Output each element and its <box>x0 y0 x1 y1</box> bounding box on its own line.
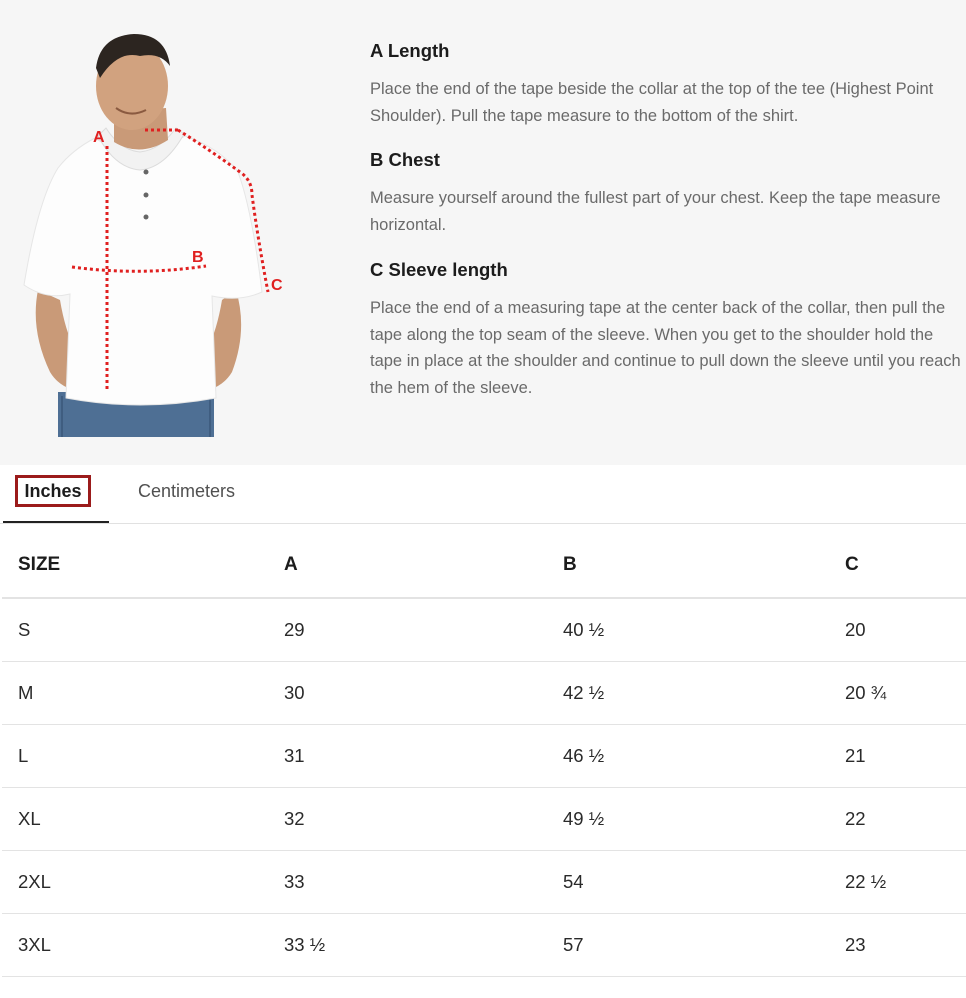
chest-title: B Chest <box>370 149 440 171</box>
unit-tabs: Inches Centimeters <box>0 465 966 524</box>
cell-b: 40 ½ <box>563 598 845 662</box>
sleeve-text: Place the end of a measuring tape at the… <box>370 298 961 397</box>
cell-size: S <box>2 598 284 662</box>
cell-size: XL <box>2 787 284 851</box>
cell-b: 57 <box>563 913 845 977</box>
tab-inches[interactable]: Inches <box>15 475 91 507</box>
length-description: A Length Place the end of the tape besid… <box>370 38 966 129</box>
table-row: S 29 40 ½ 20 <box>2 598 966 662</box>
cell-a: 29 <box>284 598 563 662</box>
cell-size: M <box>2 661 284 725</box>
cell-c: 20 ¾ <box>845 661 966 725</box>
measurement-descriptions: A Length Place the end of the tape besid… <box>370 38 966 420</box>
header-size: SIZE <box>2 533 284 599</box>
cell-c: 23 <box>845 913 966 977</box>
size-table: SIZE A B C S 29 40 ½ 20 M 30 42 ½ 20 ¾ L… <box>2 533 966 977</box>
label-c: C <box>271 277 283 294</box>
table-row: 2XL 33 54 22 ½ <box>2 850 966 914</box>
active-tab-indicator <box>3 521 109 523</box>
table-row: XL 32 49 ½ 22 <box>2 787 966 851</box>
cell-c: 20 <box>845 598 966 662</box>
model-illustration: A B C <box>23 34 283 437</box>
cell-a: 33 <box>284 850 563 914</box>
cell-b: 42 ½ <box>563 661 845 725</box>
header-c: C <box>845 533 966 599</box>
model-figure: A B C <box>0 0 360 440</box>
tab-centimeters[interactable]: Centimeters <box>138 475 235 507</box>
cell-c: 21 <box>845 724 966 788</box>
cell-size: 2XL <box>2 850 284 914</box>
cell-b: 49 ½ <box>563 787 845 851</box>
cell-c: 22 <box>845 787 966 851</box>
header-a: A <box>284 533 563 599</box>
label-b: B <box>192 249 204 266</box>
cell-a: 31 <box>284 724 563 788</box>
cell-size: 3XL <box>2 913 284 977</box>
table-row: M 30 42 ½ 20 ¾ <box>2 661 966 725</box>
cell-c: 22 ½ <box>845 850 966 914</box>
cell-b: 46 ½ <box>563 724 845 788</box>
measurement-guide: A B C A Length Place the end of the tape… <box>0 0 966 465</box>
label-a: A <box>93 129 105 146</box>
length-title: A Length <box>370 40 450 61</box>
sleeve-title: C Sleeve length <box>370 258 508 280</box>
cell-size: L <box>2 724 284 788</box>
cell-a: 30 <box>284 661 563 725</box>
sleeve-description: C Sleeve length Place the end of a measu… <box>370 257 966 402</box>
table-row: L 31 46 ½ 21 <box>2 724 966 788</box>
length-text: Place the end of the tape beside the col… <box>370 80 934 125</box>
cell-a: 32 <box>284 787 563 851</box>
cell-b: 54 <box>563 850 845 914</box>
cell-a: 33 ½ <box>284 913 563 977</box>
chest-text: Measure yourself around the fullest part… <box>370 189 941 235</box>
table-row: 3XL 33 ½ 57 23 <box>2 913 966 977</box>
header-b: B <box>563 533 845 599</box>
chest-description: B Chest Measure yourself around the full… <box>370 147 966 238</box>
table-header-row: SIZE A B C <box>2 533 966 599</box>
